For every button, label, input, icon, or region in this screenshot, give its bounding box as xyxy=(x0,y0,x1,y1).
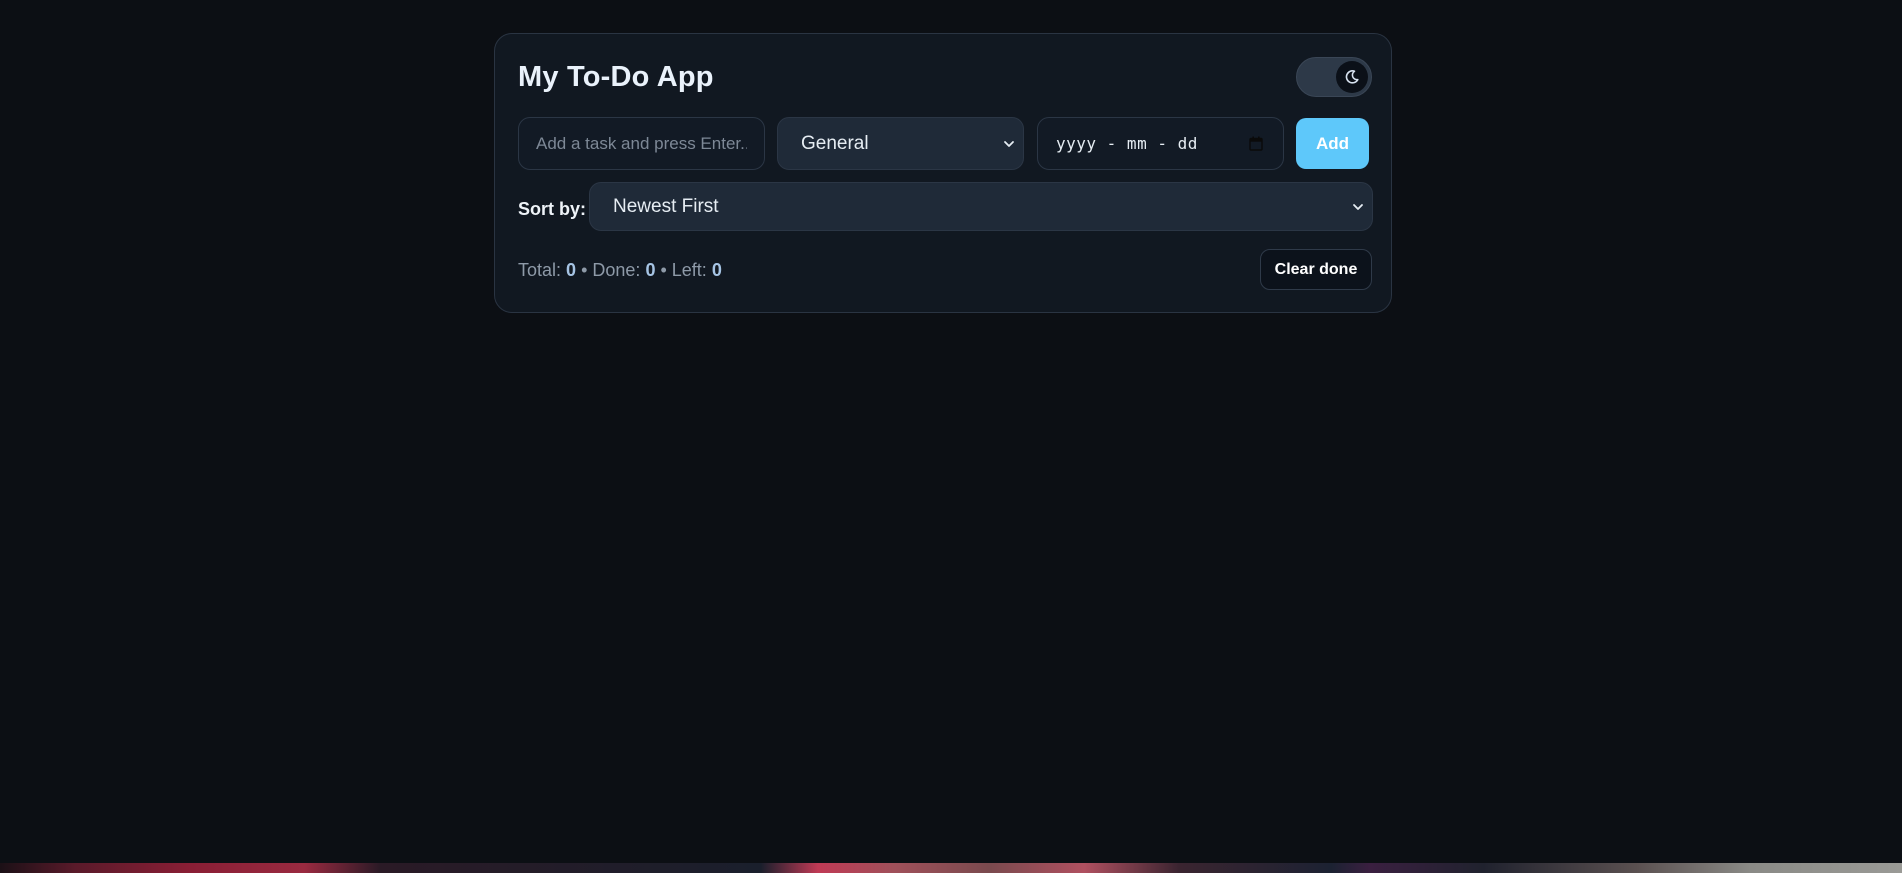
done-label: Done: xyxy=(592,260,641,280)
chevron-down-icon xyxy=(1353,203,1363,210)
done-count: 0 xyxy=(645,260,656,280)
add-task-button[interactable]: Add xyxy=(1296,118,1369,169)
total-count: 0 xyxy=(566,260,577,280)
total-label: Total: xyxy=(518,260,562,280)
moon-icon xyxy=(1345,70,1359,84)
task-input[interactable] xyxy=(518,117,765,170)
calendar-icon[interactable] xyxy=(1249,136,1263,151)
todo-app-card: My To-Do App General yyyy - mm - dd Add … xyxy=(494,33,1392,313)
theme-toggle[interactable] xyxy=(1296,57,1372,97)
sort-label: Sort by: xyxy=(518,199,587,219)
due-date-value: yyyy - mm - dd xyxy=(1056,134,1198,153)
category-selected-value: General xyxy=(801,132,869,154)
background-image-strip xyxy=(0,863,1902,873)
category-select[interactable]: General xyxy=(777,117,1024,170)
task-stats: Total: 0 • Done: 0 • Left: 0 xyxy=(518,260,722,281)
stats-separator: • xyxy=(576,260,593,280)
sort-selected-value: Newest First xyxy=(613,195,719,217)
sort-select[interactable]: Newest First xyxy=(589,182,1373,231)
due-date-input[interactable]: yyyy - mm - dd xyxy=(1037,117,1284,170)
left-label: Left: xyxy=(671,260,707,280)
stats-separator: • xyxy=(655,260,672,280)
clear-done-button[interactable]: Clear done xyxy=(1260,249,1372,290)
app-title: My To-Do App xyxy=(518,61,714,93)
left-count: 0 xyxy=(711,260,722,280)
toggle-knob xyxy=(1336,61,1368,93)
chevron-down-icon xyxy=(1004,140,1014,147)
